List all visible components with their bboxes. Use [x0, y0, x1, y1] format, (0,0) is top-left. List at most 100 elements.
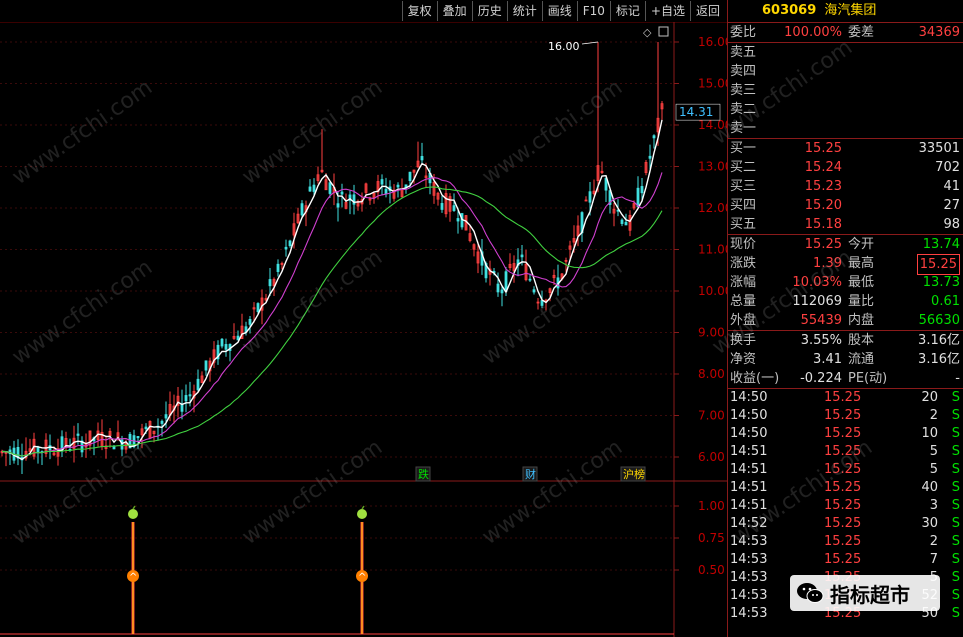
- tick-price: 15.25: [824, 462, 862, 477]
- signal-spike[interactable]: ^: [127, 505, 139, 634]
- current-price-tag-text: 14.31: [679, 105, 713, 119]
- tick-volume: 30: [921, 516, 938, 531]
- sell-row: 卖五: [728, 43, 963, 62]
- quote-label: 外盘: [730, 313, 757, 328]
- tick-price: 15.25: [824, 480, 862, 495]
- sell-row: 卖一: [728, 119, 963, 138]
- toolbar-btn-7[interactable]: +自选: [644, 1, 690, 21]
- ma-short-line: [1, 119, 663, 461]
- wechat-badge: 指标超市: [790, 575, 940, 611]
- candle-body: [144, 426, 148, 430]
- candle-body: [288, 240, 292, 247]
- quote-row: 外盘 55439 内盘 56630: [728, 311, 963, 330]
- toolbar-btn-4[interactable]: 画线: [541, 1, 577, 21]
- quote-label: 内盘: [848, 313, 875, 328]
- buy-row: 买三 15.23 41: [728, 177, 963, 196]
- sell-orders: 卖五 卖四 卖三 卖二 卖一: [728, 43, 963, 139]
- tick-row: 14:51 15.25 5 S: [728, 443, 963, 461]
- indicator-chart[interactable]: 1.00 0.75 0.50 ^ ^: [0, 482, 727, 637]
- toolbar-btn-0[interactable]: 复权: [401, 1, 437, 21]
- sell-row: 卖二: [728, 100, 963, 119]
- tick-time: 14:51: [730, 462, 768, 477]
- tick-side: S: [951, 516, 960, 531]
- candle-body: [384, 188, 388, 195]
- tick-side: S: [951, 534, 960, 549]
- candle-body: [496, 283, 500, 293]
- candle-body: [160, 420, 164, 424]
- axis-label: 13.00: [698, 160, 727, 174]
- buy-label: 买一: [730, 141, 757, 156]
- sell-label: 卖一: [730, 121, 757, 136]
- buy-row: 买四 15.20 27: [728, 196, 963, 215]
- stock-name: 海汽集团: [824, 3, 877, 18]
- quote-value: 55439: [800, 313, 842, 328]
- tick-side: S: [951, 444, 960, 459]
- apple-icon: [357, 509, 367, 519]
- tick-side: S: [951, 498, 960, 513]
- buy-volume: 27: [943, 198, 960, 213]
- quote-label: 总量: [730, 294, 757, 309]
- fund-value: 3.16亿: [918, 333, 960, 348]
- buy-volume: 98: [943, 217, 960, 232]
- toolbar-btn-8[interactable]: 返回: [689, 1, 725, 21]
- wechat-label: 指标超市: [830, 582, 910, 607]
- event-marker[interactable]: 跌: [415, 466, 431, 482]
- fund-value: 3.16亿: [918, 352, 960, 367]
- weibi-value: 100.00%: [784, 25, 842, 40]
- fundamental-stats: 换手 3.55% 股本 3.16亿 净资 3.41 流通 3.16亿 收益(一) -0.224 PE…: [728, 331, 963, 389]
- axis-label: 10.00: [698, 284, 727, 298]
- tick-time: 14:51: [730, 444, 768, 459]
- tick-row: 14:50 15.25 10 S: [728, 425, 963, 443]
- quote-panel: 603069 海汽集团 委比 100.00% 委差 34369 卖五 卖四 卖三 卖二…: [727, 0, 963, 637]
- tick-row: 14:51 15.25 40 S: [728, 479, 963, 497]
- buy-label: 买五: [730, 217, 757, 232]
- buy-price: 15.25: [804, 141, 842, 156]
- event-marker-label: 跌: [418, 467, 429, 481]
- candle-body: [440, 203, 444, 210]
- quote-label: 最低: [848, 275, 875, 290]
- diamond-icon[interactable]: ◇: [643, 26, 652, 39]
- weicha-value: 34369: [918, 25, 960, 40]
- toolbar-btn-2[interactable]: 历史: [471, 1, 507, 21]
- tick-price: 15.25: [824, 498, 862, 513]
- sell-label: 卖三: [730, 83, 757, 98]
- candle-body: [528, 278, 532, 281]
- axis-label: 7.00: [698, 409, 725, 423]
- toolbar-btn-3[interactable]: 统计: [506, 1, 542, 21]
- quote-label: 涨幅: [730, 275, 757, 290]
- fund-value: 3.41: [813, 352, 842, 367]
- candle-body: [636, 187, 640, 208]
- buy-label: 买二: [730, 160, 757, 175]
- sub-axis-label: 0.50: [698, 563, 725, 577]
- buy-price: 15.18: [804, 217, 842, 232]
- tick-time: 14:53: [730, 570, 768, 585]
- panel-toggle-icon[interactable]: [658, 26, 669, 37]
- candle-body: [196, 378, 200, 391]
- toolbar: 复权 叠加 历史 统计 画线 F10 标记 +自选 返回: [0, 0, 727, 23]
- ma-mid-line: [1, 172, 663, 457]
- axis-label: 11.00: [698, 243, 727, 257]
- quote-value: 13.74: [922, 237, 960, 252]
- event-marker-label: 财: [525, 467, 536, 481]
- buy-row: 买一 15.25 33501: [728, 139, 963, 158]
- quote-row: 涨跌 1.39 最高 15.25: [728, 254, 963, 275]
- toolbar-btn-5[interactable]: F10: [576, 1, 610, 21]
- candle-body: [224, 344, 228, 350]
- toolbar-buttons: 复权 叠加 历史 统计 画线 F10 标记 +自选 返回: [401, 1, 725, 21]
- tick-side: S: [951, 480, 960, 495]
- quote-row: 总量 112069 量比 0.61: [728, 292, 963, 311]
- sub-axis-label: 1.00: [698, 499, 725, 513]
- event-marker[interactable]: 财: [522, 466, 538, 482]
- quote-stats: 现价 15.25 今开 13.74 涨跌 1.39 最高 15.25 涨幅 10.03% 最低 13.…: [728, 235, 963, 331]
- candle-body: [136, 436, 140, 439]
- quote-value: 0.61: [931, 294, 960, 309]
- tick-side: S: [951, 390, 960, 405]
- toolbar-btn-6[interactable]: 标记: [609, 1, 645, 21]
- candle-body: [300, 203, 304, 216]
- kline-chart[interactable]: 16.0015.0014.0013.0012.0011.0010.009.008…: [0, 22, 727, 482]
- tick-side: S: [951, 588, 960, 603]
- toolbar-btn-1[interactable]: 叠加: [436, 1, 472, 21]
- tick-side: S: [951, 570, 960, 585]
- event-marker[interactable]: 沪榜: [620, 466, 646, 482]
- quote-value: 112069: [792, 294, 842, 309]
